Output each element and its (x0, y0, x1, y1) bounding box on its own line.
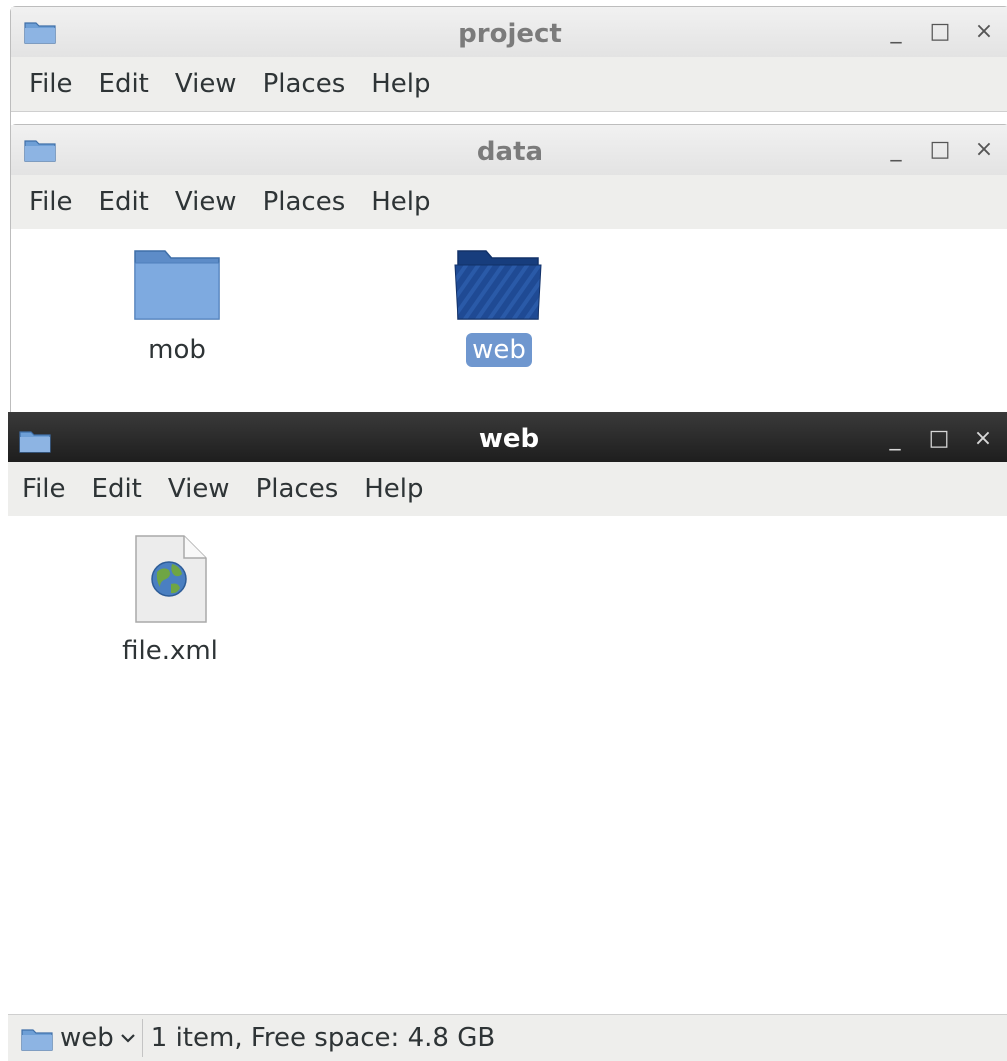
titlebar-project[interactable]: project _ □ × (11, 7, 1007, 58)
xml-file-icon (135, 535, 207, 623)
close-button[interactable]: × (971, 137, 997, 163)
minimize-button[interactable]: _ (883, 19, 909, 45)
titlebar-data[interactable]: data _ □ × (11, 125, 1007, 176)
menu-places[interactable]: Places (263, 187, 346, 217)
menu-edit[interactable]: Edit (99, 69, 149, 99)
menu-help[interactable]: Help (371, 187, 430, 217)
menubar: File Edit View Places Help (8, 462, 1007, 517)
close-button[interactable]: × (970, 426, 996, 452)
minimize-button[interactable]: _ (882, 426, 908, 452)
window-data: data _ □ × File Edit View Places Help mo… (10, 124, 1007, 424)
menu-places[interactable]: Places (263, 69, 346, 99)
menu-view[interactable]: View (168, 474, 230, 504)
window-title: data (476, 137, 544, 167)
folder-item-web[interactable]: web (409, 247, 589, 367)
file-item-xml[interactable]: file.xml (80, 534, 260, 668)
close-button[interactable]: × (971, 19, 997, 45)
menu-file[interactable]: File (22, 474, 66, 504)
item-label: mob (148, 335, 206, 365)
location-label: web (60, 1023, 114, 1053)
item-label: web (466, 333, 532, 367)
menu-view[interactable]: View (175, 187, 237, 217)
menubar: File Edit View Places Help (11, 175, 1007, 230)
menubar: File Edit View Places Help (11, 57, 1007, 112)
folder-icon (21, 1029, 53, 1051)
window-web: web _ □ × File Edit View Places Help fil… (8, 412, 1007, 1061)
window-title: project (458, 19, 562, 49)
menu-view[interactable]: View (175, 69, 237, 99)
menu-edit[interactable]: Edit (92, 474, 142, 504)
chevron-down-icon (120, 1034, 135, 1043)
menu-edit[interactable]: Edit (99, 187, 149, 217)
window-title: web (478, 424, 540, 454)
location-button[interactable]: web (20, 1019, 143, 1057)
status-text: 1 item, Free space: 4.8 GB (150, 1023, 496, 1053)
folder-icon (134, 250, 220, 320)
menu-help[interactable]: Help (364, 474, 423, 504)
icon-view: file.xml (8, 516, 1007, 1015)
minimize-button[interactable]: _ (883, 137, 909, 163)
titlebar-web[interactable]: web _ □ × (8, 412, 1007, 463)
maximize-button[interactable]: □ (926, 426, 952, 452)
menu-places[interactable]: Places (256, 474, 339, 504)
menu-file[interactable]: File (29, 187, 73, 217)
maximize-button[interactable]: □ (927, 137, 953, 163)
window-project: project _ □ × File Edit View Places Help (10, 6, 1007, 136)
folder-icon (454, 250, 542, 320)
item-label: file.xml (122, 636, 218, 666)
maximize-button[interactable]: □ (927, 19, 953, 45)
folder-item-mob[interactable]: mob (87, 247, 267, 367)
menu-help[interactable]: Help (371, 69, 430, 99)
icon-view: mob web (11, 229, 1007, 423)
statusbar: web 1 item, Free space: 4.8 GB (8, 1014, 1007, 1061)
menu-file[interactable]: File (29, 69, 73, 99)
